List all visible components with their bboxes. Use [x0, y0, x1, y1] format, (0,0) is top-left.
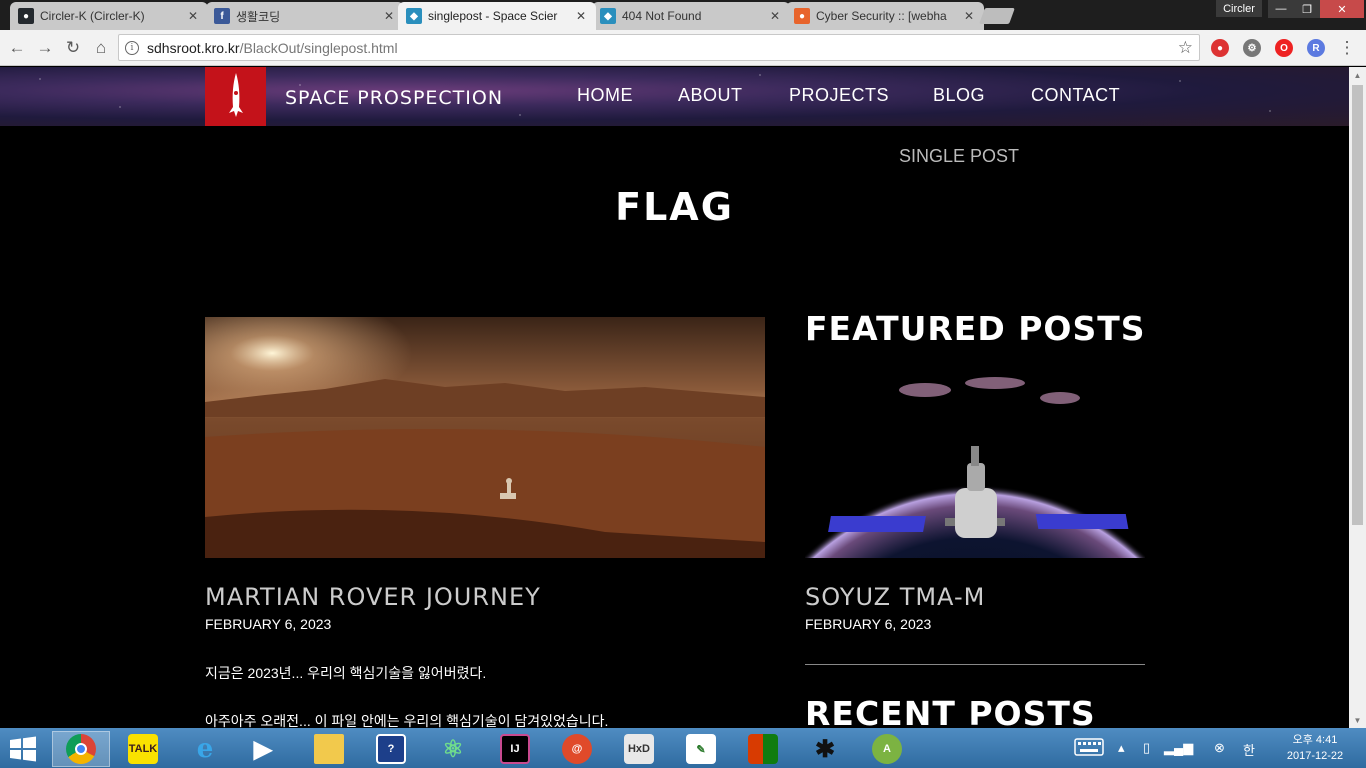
github-icon: ● — [18, 8, 34, 24]
recent-posts-heading: RECENT POSTS — [805, 694, 1096, 728]
opera-icon[interactable]: O — [1275, 39, 1293, 57]
post-title[interactable]: MARTIAN ROVER JOURNEY — [205, 583, 541, 611]
extension-icon[interactable]: ● — [1211, 39, 1229, 57]
breadcrumb: SINGLE POST — [899, 146, 1020, 166]
browser-toolbar: ← → ↻ ⌂ i sdhsroot.kro.kr /BlackOut/sing… — [0, 30, 1366, 66]
window-close-icon[interactable]: ✕ — [1320, 0, 1364, 18]
page-scrollbar[interactable]: ▲ ▼ — [1349, 67, 1366, 728]
windows-start-icon[interactable] — [8, 736, 38, 762]
tab-close-icon[interactable]: ✕ — [962, 9, 976, 23]
nav-blog[interactable]: BLOG — [933, 85, 985, 106]
home-icon[interactable]: ⌂ — [90, 37, 112, 59]
chrome-menu-icon[interactable]: ⋮ — [1336, 37, 1358, 59]
ime-indicator[interactable]: 한 — [1243, 740, 1255, 759]
tab-title: Cyber Security :: [webha — [816, 9, 947, 23]
sidebar-divider — [805, 664, 1145, 665]
featured-post-title[interactable]: SOYUZ TMA-M — [805, 583, 985, 611]
nav-contact[interactable]: CONTACT — [1031, 85, 1120, 106]
nav-home[interactable]: HOME — [577, 85, 633, 106]
windows-taskbar: TALK e ▶ ? ⚛ IJ @ HxD ✎ ✱ A ▴ ▯ ▂▄▆ 🔈︎ ⊗… — [0, 728, 1366, 768]
bookmark-star-icon[interactable]: ☆ — [1178, 38, 1193, 58]
internet-explorer-taskbar-icon[interactable]: e — [176, 731, 234, 767]
site-brand[interactable]: SPACE PROSPECTION — [285, 87, 503, 109]
facebook-icon: f — [214, 8, 230, 24]
url-path: /BlackOut/singlepost.html — [239, 39, 398, 56]
volume-icon[interactable]: 🔈︎ — [1189, 740, 1197, 756]
tab-title: singlepost - Space Scier — [428, 9, 558, 23]
site-header: SPACE PROSPECTION HOME ABOUT PROJECTS BL… — [0, 67, 1349, 126]
clock-date: 2017-12-22 — [1286, 750, 1344, 762]
post-image[interactable] — [205, 317, 765, 558]
notification-icon[interactable]: ⊗ — [1214, 740, 1225, 756]
site-icon: ◆ — [600, 8, 616, 24]
help-taskbar-icon[interactable]: ? — [362, 731, 420, 767]
minimize-icon[interactable]: — — [1268, 0, 1294, 18]
clock-time: 오후 4:41 — [1292, 734, 1338, 746]
browser-tab-strip: ● Circler-K (Circler-K) ✕ f 생활코딩 ✕ ◆ sin… — [0, 0, 1366, 30]
notepad-taskbar-icon[interactable]: ✎ — [672, 731, 730, 767]
scroll-up-icon[interactable]: ▲ — [1349, 67, 1366, 83]
tab-title: 404 Not Found — [622, 9, 702, 23]
back-icon[interactable]: ← — [6, 37, 28, 59]
featured-post-image[interactable] — [805, 368, 1145, 558]
info-icon[interactable]: i — [125, 40, 139, 55]
keyboard-icon[interactable] — [1074, 738, 1104, 759]
featured-post-date: FEBRUARY 6, 2023 — [805, 616, 932, 632]
tab-title: 생활코딩 — [236, 9, 281, 24]
post-date: FEBRUARY 6, 2023 — [205, 616, 332, 632]
battery-icon[interactable]: ▯ — [1143, 740, 1150, 756]
new-tab-button[interactable] — [979, 8, 1015, 24]
tab-close-icon[interactable]: ✕ — [186, 9, 200, 23]
profile-button[interactable]: Circler — [1216, 0, 1262, 17]
tab-close-icon[interactable]: ✕ — [768, 9, 782, 23]
file-explorer-taskbar-icon[interactable] — [300, 731, 358, 767]
page-viewport: SPACE PROSPECTION HOME ABOUT PROJECTS BL… — [0, 67, 1349, 728]
nav-projects[interactable]: PROJECTS — [789, 85, 889, 106]
kakaotalk-taskbar-icon[interactable]: TALK — [114, 731, 172, 767]
tistory-icon: ● — [794, 8, 810, 24]
restore-icon[interactable]: ❐ — [1294, 0, 1320, 18]
office-taskbar-icon[interactable] — [734, 731, 792, 767]
browser-tab-active[interactable]: ◆ singlepost - Space Scier ✕ — [398, 2, 596, 30]
chrome-taskbar-icon[interactable] — [52, 731, 110, 767]
browser-tab[interactable]: ◆ 404 Not Found ✕ — [592, 2, 790, 30]
bug-taskbar-icon[interactable]: ✱ — [796, 731, 854, 767]
post-paragraph: 지금은 2023년... 우리의 핵심기술을 잃어버렸다. — [205, 665, 487, 681]
tab-close-icon[interactable]: ✕ — [574, 9, 588, 23]
system-clock[interactable]: 오후 4:41 2017-12-22 — [1270, 732, 1360, 764]
scrollbar-thumb[interactable] — [1352, 85, 1363, 525]
site-icon: ◆ — [406, 8, 422, 24]
extension-r-icon[interactable]: R — [1307, 39, 1325, 57]
address-bar[interactable]: i sdhsroot.kro.kr /BlackOut/singlepost.h… — [118, 34, 1200, 61]
reload-icon[interactable]: ↻ — [62, 37, 84, 59]
extension-gear-icon[interactable]: ⚙ — [1243, 39, 1261, 57]
tab-close-icon[interactable]: ✕ — [382, 9, 396, 23]
featured-posts-heading: FEATURED POSTS — [805, 309, 1146, 348]
browser-tab[interactable]: f 생활코딩 ✕ — [206, 2, 404, 30]
snail-app-taskbar-icon[interactable]: @ — [548, 731, 606, 767]
scroll-down-icon[interactable]: ▼ — [1349, 712, 1366, 728]
nav-about[interactable]: ABOUT — [678, 85, 743, 106]
page-title: FLAG — [615, 185, 734, 229]
rocket-logo-icon[interactable] — [205, 67, 266, 126]
post-paragraph: 아주아주 오래전... 이 파일 안에는 우리의 핵심기술이 담겨있었습니다. — [205, 713, 609, 728]
tab-title: Circler-K (Circler-K) — [40, 9, 145, 23]
atom-taskbar-icon[interactable]: ⚛ — [424, 731, 482, 767]
tray-expand-icon[interactable]: ▴ — [1118, 740, 1125, 756]
url-host: sdhsroot.kro.kr — [147, 39, 240, 56]
hxd-taskbar-icon[interactable]: HxD — [610, 731, 668, 767]
forward-icon[interactable]: → — [34, 37, 56, 59]
intellij-taskbar-icon[interactable]: IJ — [486, 731, 544, 767]
browser-tab[interactable]: ● Circler-K (Circler-K) ✕ — [10, 2, 208, 30]
browser-tab[interactable]: ● Cyber Security :: [webha ✕ — [786, 2, 984, 30]
media-player-taskbar-icon[interactable]: ▶ — [234, 731, 292, 767]
android-studio-taskbar-icon[interactable]: A — [858, 731, 916, 767]
